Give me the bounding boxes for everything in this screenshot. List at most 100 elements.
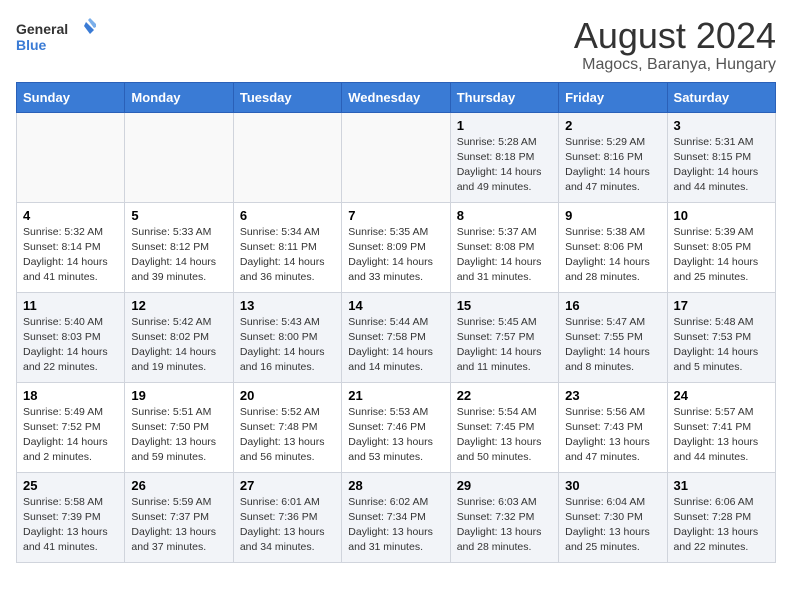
day-number: 29 bbox=[457, 478, 552, 493]
day-number: 24 bbox=[674, 388, 769, 403]
day-number: 16 bbox=[565, 298, 660, 313]
day-info: Sunrise: 5:38 AM Sunset: 8:06 PM Dayligh… bbox=[565, 225, 660, 286]
day-info: Sunrise: 5:58 AM Sunset: 7:39 PM Dayligh… bbox=[23, 495, 118, 556]
calendar-week-4: 18 Sunrise: 5:49 AM Sunset: 7:52 PM Dayli… bbox=[17, 382, 776, 472]
day-number: 9 bbox=[565, 208, 660, 223]
calendar-cell: 11 Sunrise: 5:40 AM Sunset: 8:03 PM Dayli… bbox=[17, 292, 125, 382]
day-number: 28 bbox=[348, 478, 443, 493]
calendar-cell: 10 Sunrise: 5:39 AM Sunset: 8:05 PM Dayli… bbox=[667, 202, 775, 292]
day-info: Sunrise: 5:37 AM Sunset: 8:08 PM Dayligh… bbox=[457, 225, 552, 286]
day-number: 8 bbox=[457, 208, 552, 223]
calendar-week-3: 11 Sunrise: 5:40 AM Sunset: 8:03 PM Dayli… bbox=[17, 292, 776, 382]
day-info: Sunrise: 5:53 AM Sunset: 7:46 PM Dayligh… bbox=[348, 405, 443, 466]
day-number: 11 bbox=[23, 298, 118, 313]
day-number: 21 bbox=[348, 388, 443, 403]
calendar-cell bbox=[342, 112, 450, 202]
calendar-cell: 3Sunrise: 5:31 AM Sunset: 8:15 PM Daylig… bbox=[667, 112, 775, 202]
day-info: Sunrise: 5:28 AM Sunset: 8:18 PM Dayligh… bbox=[457, 135, 552, 196]
calendar-cell: 7Sunrise: 5:35 AM Sunset: 8:09 PM Daylig… bbox=[342, 202, 450, 292]
weekday-header-sunday: Sunday bbox=[17, 82, 125, 112]
calendar-cell: 2 Sunrise: 5:29 AM Sunset: 8:16 PM Daylig… bbox=[559, 112, 667, 202]
calendar-cell: 8 Sunrise: 5:37 AM Sunset: 8:08 PM Daylig… bbox=[450, 202, 558, 292]
calendar-header: SundayMondayTuesdayWednesdayThursdayFrid… bbox=[17, 82, 776, 112]
day-info: Sunrise: 5:42 AM Sunset: 8:02 PM Dayligh… bbox=[131, 315, 226, 376]
logo-svg: General Blue bbox=[16, 16, 96, 60]
logo: General Blue bbox=[16, 16, 96, 60]
title-area: August 2024 Magocs, Baranya, Hungary bbox=[574, 16, 776, 74]
day-info: Sunrise: 5:33 AM Sunset: 8:12 PM Dayligh… bbox=[131, 225, 226, 286]
day-number: 26 bbox=[131, 478, 226, 493]
weekday-header-row: SundayMondayTuesdayWednesdayThursdayFrid… bbox=[17, 82, 776, 112]
day-number: 3 bbox=[674, 118, 769, 133]
day-info: Sunrise: 5:43 AM Sunset: 8:00 PM Dayligh… bbox=[240, 315, 335, 376]
calendar-week-1: 1 Sunrise: 5:28 AM Sunset: 8:18 PM Daylig… bbox=[17, 112, 776, 202]
day-number: 22 bbox=[457, 388, 552, 403]
day-number: 15 bbox=[457, 298, 552, 313]
day-info: Sunrise: 5:44 AM Sunset: 7:58 PM Dayligh… bbox=[348, 315, 443, 376]
day-info: Sunrise: 5:29 AM Sunset: 8:16 PM Dayligh… bbox=[565, 135, 660, 196]
day-info: Sunrise: 5:52 AM Sunset: 7:48 PM Dayligh… bbox=[240, 405, 335, 466]
calendar-week-2: 4Sunrise: 5:32 AM Sunset: 8:14 PM Daylig… bbox=[17, 202, 776, 292]
svg-text:Blue: Blue bbox=[16, 37, 47, 53]
calendar-cell bbox=[125, 112, 233, 202]
day-info: Sunrise: 6:03 AM Sunset: 7:32 PM Dayligh… bbox=[457, 495, 552, 556]
calendar-cell: 30 Sunrise: 6:04 AM Sunset: 7:30 PM Dayli… bbox=[559, 472, 667, 562]
calendar-cell: 15 Sunrise: 5:45 AM Sunset: 7:57 PM Dayli… bbox=[450, 292, 558, 382]
day-number: 30 bbox=[565, 478, 660, 493]
day-info: Sunrise: 5:39 AM Sunset: 8:05 PM Dayligh… bbox=[674, 225, 769, 286]
calendar-cell: 27Sunrise: 6:01 AM Sunset: 7:36 PM Dayli… bbox=[233, 472, 341, 562]
day-number: 4 bbox=[23, 208, 118, 223]
day-number: 5 bbox=[131, 208, 226, 223]
day-number: 19 bbox=[131, 388, 226, 403]
day-info: Sunrise: 5:47 AM Sunset: 7:55 PM Dayligh… bbox=[565, 315, 660, 376]
day-info: Sunrise: 6:02 AM Sunset: 7:34 PM Dayligh… bbox=[348, 495, 443, 556]
calendar-week-5: 25 Sunrise: 5:58 AM Sunset: 7:39 PM Dayli… bbox=[17, 472, 776, 562]
day-number: 2 bbox=[565, 118, 660, 133]
day-info: Sunrise: 5:51 AM Sunset: 7:50 PM Dayligh… bbox=[131, 405, 226, 466]
calendar-cell: 4Sunrise: 5:32 AM Sunset: 8:14 PM Daylig… bbox=[17, 202, 125, 292]
calendar-cell: 12 Sunrise: 5:42 AM Sunset: 8:02 PM Dayli… bbox=[125, 292, 233, 382]
calendar-cell: 5 Sunrise: 5:33 AM Sunset: 8:12 PM Daylig… bbox=[125, 202, 233, 292]
calendar-cell: 19 Sunrise: 5:51 AM Sunset: 7:50 PM Dayli… bbox=[125, 382, 233, 472]
subtitle: Magocs, Baranya, Hungary bbox=[574, 56, 776, 74]
weekday-header-thursday: Thursday bbox=[450, 82, 558, 112]
page-header: General Blue August 2024 Magocs, Baranya… bbox=[16, 16, 776, 74]
calendar-cell bbox=[17, 112, 125, 202]
calendar-cell: 17 Sunrise: 5:48 AM Sunset: 7:53 PM Dayli… bbox=[667, 292, 775, 382]
day-info: Sunrise: 5:49 AM Sunset: 7:52 PM Dayligh… bbox=[23, 405, 118, 466]
day-number: 18 bbox=[23, 388, 118, 403]
calendar-cell: 13 Sunrise: 5:43 AM Sunset: 8:00 PM Dayli… bbox=[233, 292, 341, 382]
day-info: Sunrise: 6:04 AM Sunset: 7:30 PM Dayligh… bbox=[565, 495, 660, 556]
calendar-cell: 6 Sunrise: 5:34 AM Sunset: 8:11 PM Daylig… bbox=[233, 202, 341, 292]
day-number: 12 bbox=[131, 298, 226, 313]
calendar-cell: 21 Sunrise: 5:53 AM Sunset: 7:46 PM Dayli… bbox=[342, 382, 450, 472]
calendar-cell: 31 Sunrise: 6:06 AM Sunset: 7:28 PM Dayli… bbox=[667, 472, 775, 562]
svg-text:General: General bbox=[16, 21, 68, 37]
day-number: 17 bbox=[674, 298, 769, 313]
day-number: 13 bbox=[240, 298, 335, 313]
calendar-cell: 22Sunrise: 5:54 AM Sunset: 7:45 PM Dayli… bbox=[450, 382, 558, 472]
day-number: 27 bbox=[240, 478, 335, 493]
day-info: Sunrise: 5:48 AM Sunset: 7:53 PM Dayligh… bbox=[674, 315, 769, 376]
calendar-cell: 14Sunrise: 5:44 AM Sunset: 7:58 PM Dayli… bbox=[342, 292, 450, 382]
day-number: 31 bbox=[674, 478, 769, 493]
day-info: Sunrise: 5:40 AM Sunset: 8:03 PM Dayligh… bbox=[23, 315, 118, 376]
calendar-cell: 29 Sunrise: 6:03 AM Sunset: 7:32 PM Dayli… bbox=[450, 472, 558, 562]
weekday-header-friday: Friday bbox=[559, 82, 667, 112]
calendar-cell: 20 Sunrise: 5:52 AM Sunset: 7:48 PM Dayli… bbox=[233, 382, 341, 472]
day-info: Sunrise: 5:57 AM Sunset: 7:41 PM Dayligh… bbox=[674, 405, 769, 466]
day-info: Sunrise: 5:56 AM Sunset: 7:43 PM Dayligh… bbox=[565, 405, 660, 466]
day-number: 1 bbox=[457, 118, 552, 133]
day-info: Sunrise: 5:45 AM Sunset: 7:57 PM Dayligh… bbox=[457, 315, 552, 376]
day-info: Sunrise: 5:59 AM Sunset: 7:37 PM Dayligh… bbox=[131, 495, 226, 556]
calendar-cell: 24 Sunrise: 5:57 AM Sunset: 7:41 PM Dayli… bbox=[667, 382, 775, 472]
day-info: Sunrise: 6:06 AM Sunset: 7:28 PM Dayligh… bbox=[674, 495, 769, 556]
day-number: 10 bbox=[674, 208, 769, 223]
day-info: Sunrise: 5:34 AM Sunset: 8:11 PM Dayligh… bbox=[240, 225, 335, 286]
day-number: 6 bbox=[240, 208, 335, 223]
calendar-cell: 16 Sunrise: 5:47 AM Sunset: 7:55 PM Dayli… bbox=[559, 292, 667, 382]
main-title: August 2024 bbox=[574, 16, 776, 56]
day-number: 20 bbox=[240, 388, 335, 403]
calendar-body: 1 Sunrise: 5:28 AM Sunset: 8:18 PM Daylig… bbox=[17, 112, 776, 562]
day-number: 25 bbox=[23, 478, 118, 493]
